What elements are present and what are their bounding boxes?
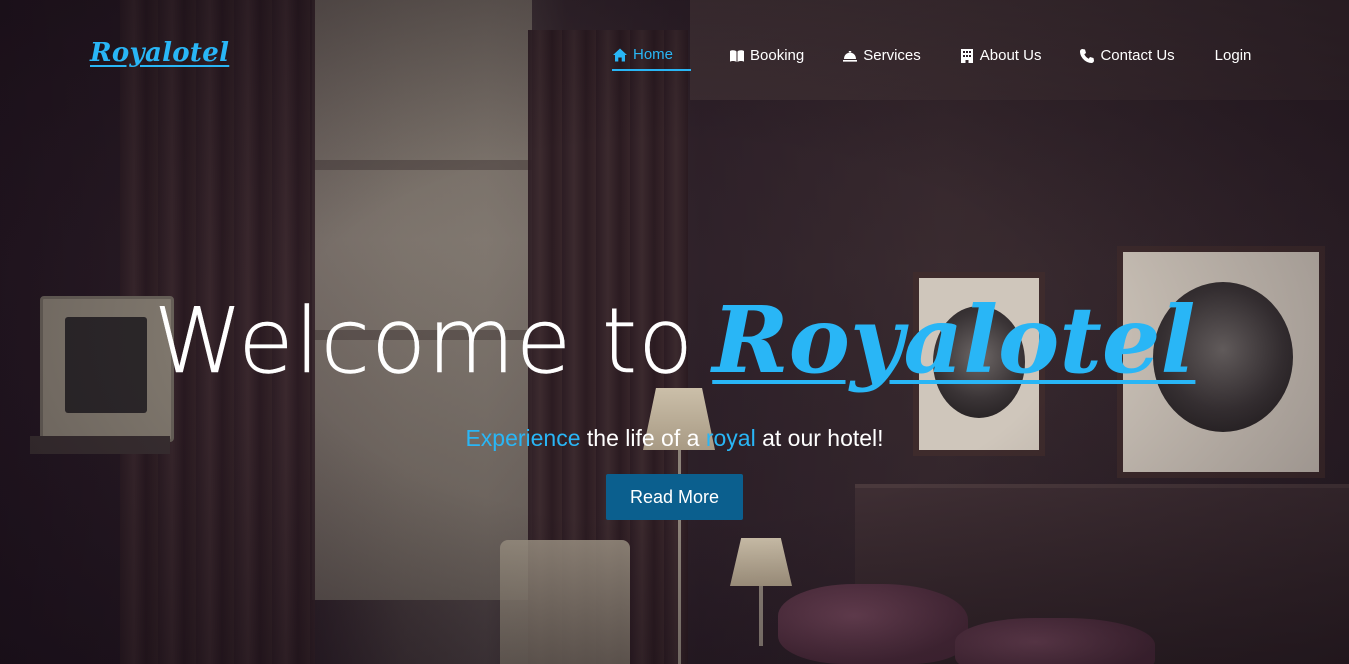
- nav-about[interactable]: About Us: [959, 47, 1042, 70]
- home-icon: [612, 47, 628, 63]
- nav-booking-label: Booking: [750, 47, 805, 64]
- brand-logo[interactable]: Royalotel: [90, 38, 229, 68]
- read-more-button[interactable]: Read More: [606, 474, 743, 520]
- pillow: [778, 584, 968, 664]
- tagline-text: at our hotel!: [755, 425, 884, 451]
- nav-login[interactable]: Login: [1215, 47, 1252, 70]
- window-frame: [312, 160, 532, 170]
- nav-home[interactable]: Home: [612, 46, 692, 71]
- nav-services-label: Services: [863, 47, 921, 64]
- headline-brand: Royalotel: [712, 286, 1196, 394]
- hero-tagline: Experience the life of a royal at our ho…: [0, 425, 1349, 452]
- nav-home-label: Home: [633, 46, 674, 63]
- building-icon: [959, 48, 975, 64]
- nav-contact[interactable]: Contact Us: [1079, 47, 1175, 70]
- bedside-lamp: [730, 538, 792, 586]
- pillow: [955, 618, 1155, 664]
- nav-about-label: About Us: [979, 47, 1042, 64]
- phone-icon: [1079, 48, 1095, 64]
- tagline-highlight-royal: royal: [705, 425, 756, 451]
- book-icon: [729, 48, 745, 64]
- nav-booking[interactable]: Booking: [729, 47, 804, 70]
- armchair: [500, 540, 630, 664]
- tagline-highlight-experience: Experience: [465, 425, 581, 451]
- tagline-text: the life of a: [580, 425, 706, 451]
- headboard: [855, 484, 1349, 664]
- hero-section: Royalotel Home Booking Services About Us: [0, 0, 1349, 664]
- nav-contact-label: Contact Us: [1100, 47, 1175, 64]
- service-bell-icon: [842, 48, 858, 64]
- bedside-lamp-pole: [759, 586, 763, 646]
- nav-login-label: Login: [1214, 47, 1252, 64]
- nav-services[interactable]: Services: [842, 47, 921, 70]
- headline-lead: Welcome to: [153, 289, 695, 394]
- hero-headline: Welcome to Royalotel: [0, 286, 1349, 394]
- main-nav: Home Booking Services About Us Contact U…: [612, 46, 1251, 71]
